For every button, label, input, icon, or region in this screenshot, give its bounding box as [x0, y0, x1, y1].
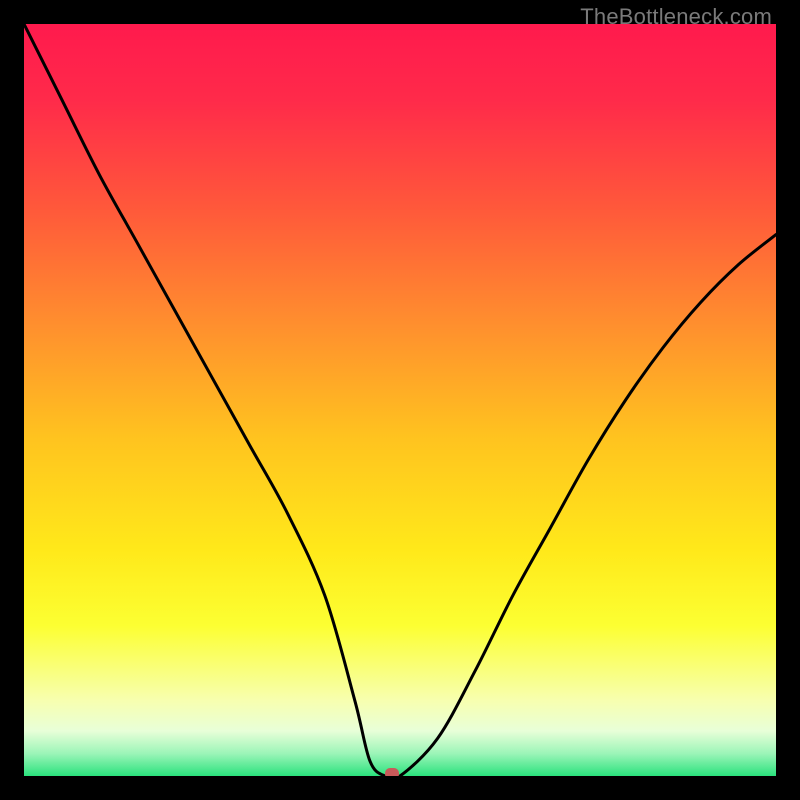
bottleneck-curve: [24, 24, 776, 776]
plot-area: [24, 24, 776, 776]
chart-frame: [0, 0, 800, 800]
watermark-text: TheBottleneck.com: [580, 4, 772, 30]
optimal-point-marker: [385, 768, 399, 776]
